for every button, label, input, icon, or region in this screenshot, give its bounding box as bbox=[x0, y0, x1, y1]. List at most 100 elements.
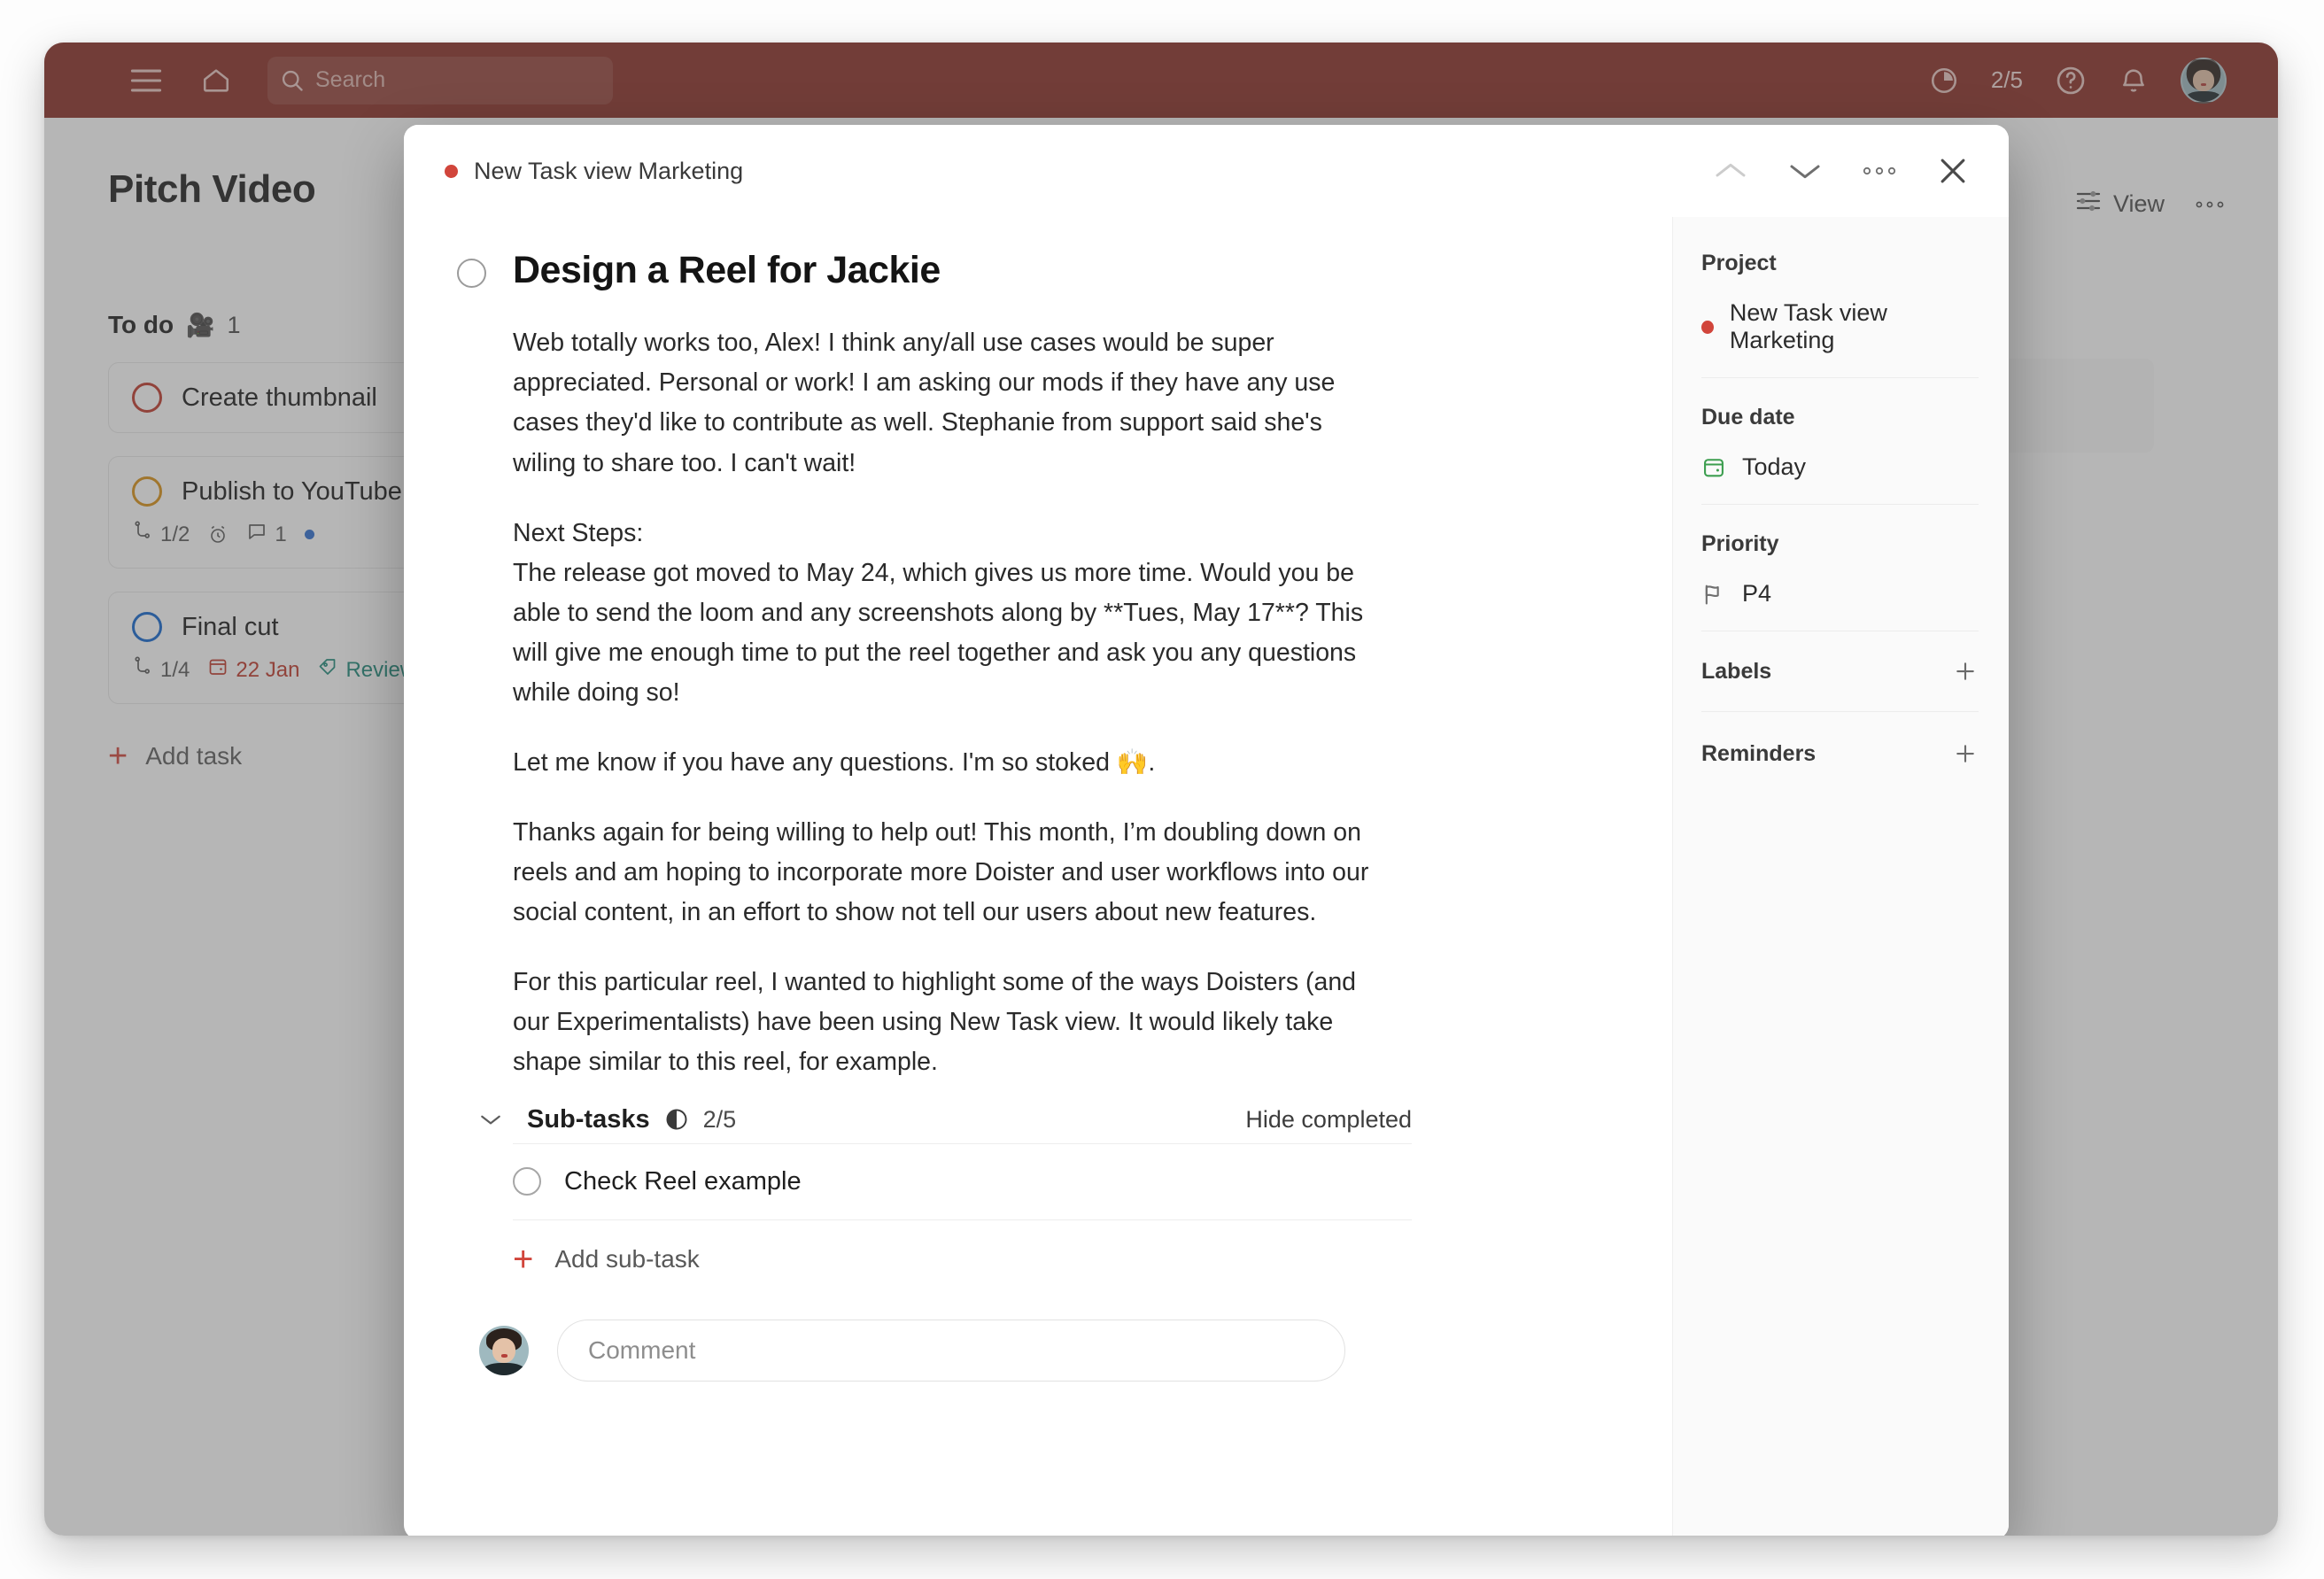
modal-main-content: Design a Reel for Jackie Web totally wor… bbox=[404, 217, 1672, 1536]
modal-project-name: New Task view Marketing bbox=[474, 157, 744, 184]
avatar[interactable] bbox=[479, 1325, 529, 1375]
reminders-field[interactable]: Reminders bbox=[1701, 740, 1979, 793]
description-paragraph: For this particular reel, I wanted to hi… bbox=[513, 967, 1357, 1076]
calendar-icon bbox=[207, 656, 229, 684]
top-navigation-bar: Search 2/5 bbox=[44, 43, 2278, 118]
add-subtask-label: Add sub-task bbox=[554, 1244, 700, 1273]
task-name: Final cut bbox=[182, 612, 279, 641]
add-reminder-button[interactable] bbox=[1952, 740, 1979, 767]
project-field-value[interactable]: New Task view Marketing bbox=[1701, 299, 1979, 354]
task-properties-panel: Project New Task view Marketing Due date… bbox=[1672, 217, 2009, 1536]
plus-icon: + bbox=[513, 1239, 534, 1279]
project-color-dot-icon bbox=[445, 164, 458, 178]
task-comment-label: 1 bbox=[275, 522, 287, 546]
label-icon bbox=[317, 656, 338, 684]
project-field: Project New Task view Marketing bbox=[1701, 251, 1979, 378]
subtasks-label: Sub-tasks bbox=[527, 1104, 650, 1134]
task-due-date-label: 22 Jan bbox=[236, 657, 300, 682]
view-button[interactable]: View bbox=[2074, 189, 2165, 220]
due-date-field-value[interactable]: Today bbox=[1701, 453, 1979, 481]
subtask-checkbox[interactable] bbox=[513, 1167, 541, 1196]
modal-header: New Task view Marketing bbox=[404, 125, 2009, 217]
section-emoji-icon: 🎥 bbox=[186, 311, 215, 338]
pie-progress-icon bbox=[664, 1107, 689, 1132]
close-icon[interactable] bbox=[1936, 154, 1970, 188]
subtasks-progress-count: 2/5 bbox=[702, 1105, 737, 1133]
task-title-row: Design a Reel for Jackie bbox=[457, 247, 1589, 293]
priority-field-value[interactable]: P4 bbox=[1701, 580, 1979, 608]
task-description[interactable]: Web totally works too, Alex! I think any… bbox=[457, 323, 1378, 1081]
view-toolbar: View bbox=[2074, 189, 2225, 220]
due-date-field-value-text: Today bbox=[1742, 453, 1807, 480]
usage-progress-icon[interactable] bbox=[1929, 66, 1959, 96]
due-date-field-label: Due date bbox=[1701, 405, 1795, 430]
project-field-label: Project bbox=[1701, 251, 1777, 275]
subtask-icon bbox=[132, 656, 153, 684]
search-input[interactable]: Search bbox=[267, 56, 613, 104]
calendar-icon bbox=[1701, 455, 1726, 480]
modal-body: Design a Reel for Jackie Web totally wor… bbox=[404, 217, 2009, 1536]
task-checkbox[interactable] bbox=[132, 612, 162, 642]
modal-project-breadcrumb[interactable]: New Task view Marketing bbox=[445, 158, 743, 185]
project-field-value-text: New Task view Marketing bbox=[1729, 299, 1887, 353]
priority-field-value-text: P4 bbox=[1742, 580, 1772, 607]
task-title[interactable]: Design a Reel for Jackie bbox=[513, 247, 941, 293]
task-detail-modal: New Task view Marketing Design a Reel fo… bbox=[404, 125, 2009, 1536]
app-window: Search 2/5 Pitch Video View To do 🎥 1 Cr… bbox=[44, 43, 2278, 1536]
bell-icon[interactable] bbox=[2119, 65, 2149, 97]
priority-field-label: Priority bbox=[1701, 531, 1779, 556]
task-checkbox[interactable] bbox=[132, 383, 162, 413]
reminders-field-label: Reminders bbox=[1701, 740, 1817, 766]
chevron-down-icon[interactable] bbox=[479, 1111, 502, 1127]
task-checkbox[interactable] bbox=[132, 476, 162, 507]
modal-header-actions bbox=[1713, 154, 1970, 188]
avatar-face bbox=[2182, 59, 2225, 102]
task-due-date: 22 Jan bbox=[207, 656, 299, 684]
comment-input[interactable]: Comment bbox=[557, 1319, 1345, 1382]
priority-field: Priority P4 bbox=[1701, 531, 1979, 631]
task-complete-checkbox[interactable] bbox=[457, 259, 486, 288]
subtasks-header: Sub-tasks 2/5 Hide completed bbox=[479, 1105, 1412, 1143]
description-paragraph: Next Steps: The release got moved to May… bbox=[513, 518, 1364, 707]
help-circle-icon[interactable] bbox=[2055, 65, 2087, 97]
labels-field-label: Labels bbox=[1701, 658, 1772, 684]
modal-more-options-button[interactable] bbox=[1862, 165, 1897, 177]
add-subtask-button[interactable]: + Add sub-task bbox=[479, 1220, 1412, 1279]
previous-task-button[interactable] bbox=[1713, 159, 1748, 182]
next-task-button[interactable] bbox=[1787, 159, 1823, 182]
task-label: Review bbox=[317, 656, 415, 684]
search-icon bbox=[280, 68, 305, 93]
view-button-label: View bbox=[2112, 190, 2165, 217]
subtask-icon bbox=[132, 521, 153, 548]
usage-count-label: 2/5 bbox=[1990, 66, 2023, 93]
page-more-options-button[interactable] bbox=[2195, 199, 2225, 210]
description-paragraph: Let me know if you have any questions. I… bbox=[513, 747, 1156, 777]
task-status-dot bbox=[304, 530, 314, 539]
subtasks-section: Sub-tasks 2/5 Hide completed Check Reel … bbox=[457, 1105, 1412, 1279]
labels-field[interactable]: Labels bbox=[1701, 658, 1979, 712]
avatar-face bbox=[479, 1326, 529, 1375]
task-subtask-count: 1/4 bbox=[132, 656, 190, 684]
task-subtask-label: 1/4 bbox=[160, 657, 190, 682]
sliders-icon bbox=[2074, 189, 2103, 220]
task-name: Publish to YouTube bbox=[182, 476, 402, 506]
home-icon[interactable] bbox=[200, 66, 232, 96]
task-reminder-icon bbox=[207, 524, 229, 546]
description-paragraph: Thanks again for being willing to help o… bbox=[513, 817, 1369, 926]
hamburger-menu-icon[interactable] bbox=[129, 68, 163, 93]
add-task-label: Add task bbox=[145, 742, 243, 770]
due-date-field: Due date Today bbox=[1701, 405, 1979, 505]
section-count: 1 bbox=[227, 311, 241, 338]
task-subtask-count: 1/2 bbox=[132, 521, 190, 548]
subtask-name: Check Reel example bbox=[564, 1166, 802, 1196]
task-name: Create thumbnail bbox=[182, 383, 377, 412]
add-label-button[interactable] bbox=[1952, 658, 1979, 685]
flag-icon bbox=[1701, 582, 1726, 607]
plus-icon: + bbox=[108, 738, 128, 775]
subtask-row[interactable]: Check Reel example bbox=[479, 1144, 1412, 1219]
avatar[interactable] bbox=[2181, 57, 2227, 104]
hide-completed-button[interactable]: Hide completed bbox=[1245, 1106, 1412, 1134]
task-comment-count: 1 bbox=[246, 521, 287, 548]
comment-composer: Comment bbox=[457, 1273, 1589, 1382]
search-placeholder: Search bbox=[315, 67, 386, 92]
